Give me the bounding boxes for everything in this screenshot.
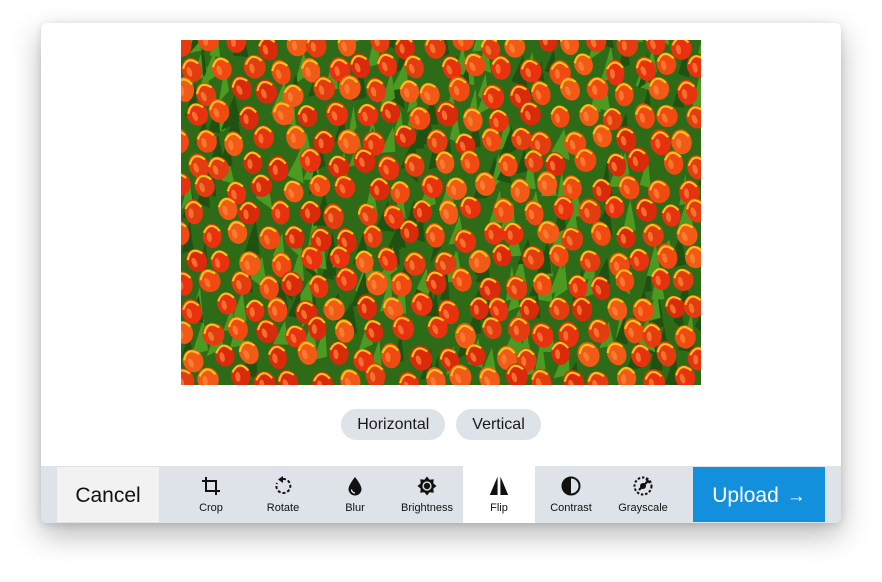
tool-grayscale[interactable]: Grayscale <box>607 466 679 523</box>
cancel-button[interactable]: Cancel <box>57 467 159 522</box>
arrow-right-icon: → <box>786 486 806 507</box>
tool-label: Flip <box>490 502 508 514</box>
droplet-icon <box>348 477 362 496</box>
tool-label: Brightness <box>401 502 453 514</box>
tool-contrast[interactable]: Contrast <box>535 466 607 523</box>
rotate-icon <box>275 476 292 494</box>
crop-icon <box>202 477 220 495</box>
tool-label: Contrast <box>550 502 592 514</box>
flip-horizontal-button[interactable]: Horizontal <box>341 409 446 440</box>
tool-flip[interactable]: Flip <box>463 466 535 523</box>
tool-label: Rotate <box>266 502 300 514</box>
upload-label: Upload <box>712 484 779 507</box>
image-editor-modal: Horizontal Vertical Cancel Crop Rotate B… <box>41 23 841 523</box>
tool-blur[interactable]: Blur <box>319 466 391 523</box>
grayscale-icon <box>633 476 653 496</box>
tool-label: Blur <box>345 502 365 514</box>
sun-icon <box>417 476 437 496</box>
tool-crop[interactable]: Crop <box>175 466 247 523</box>
flip-vertical-button[interactable]: Vertical <box>456 409 541 440</box>
flip-icon <box>489 476 509 495</box>
upload-button[interactable]: Upload → <box>693 467 825 522</box>
contrast-icon <box>561 476 581 496</box>
tool-brightness[interactable]: Brightness <box>391 466 463 523</box>
tool-label: Grayscale <box>618 502 668 514</box>
tool-label: Crop <box>199 502 223 514</box>
editor-toolbar: Cancel Crop Rotate Blur Brightness Flip … <box>41 466 841 523</box>
flip-options: Horizontal Vertical <box>41 409 841 440</box>
tulip-image <box>181 40 701 385</box>
tool-rotate[interactable]: Rotate <box>247 466 319 523</box>
image-preview <box>181 40 701 385</box>
